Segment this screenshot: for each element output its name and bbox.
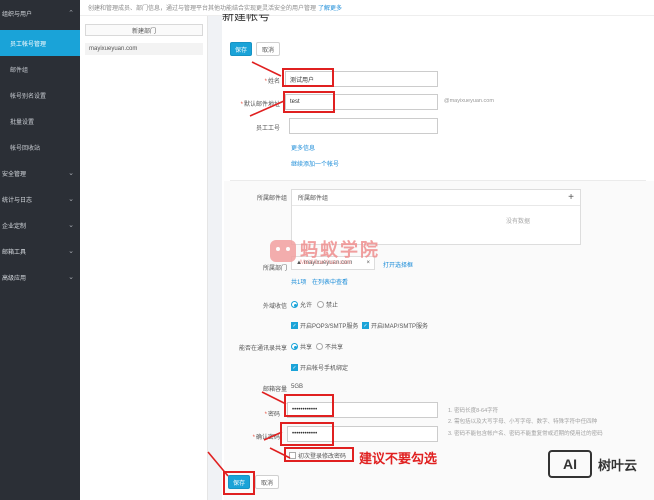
arrow-first-login (269, 447, 291, 459)
watermark-logo: 蚂蚁学院 MaYiXueYuan.com (270, 236, 380, 266)
arrow-name (251, 61, 282, 77)
mascot-icon (270, 240, 296, 262)
brand-mark: AI (548, 450, 592, 478)
brand-logo: AI 树叶云 (548, 450, 637, 478)
watermark-title: 蚂蚁学院 (300, 240, 380, 260)
brand-name: 树叶云 (598, 457, 638, 473)
arrow-email (249, 100, 285, 117)
arrow-password (261, 391, 287, 405)
arrow-save (207, 451, 229, 477)
arrow-confirm (263, 431, 283, 441)
